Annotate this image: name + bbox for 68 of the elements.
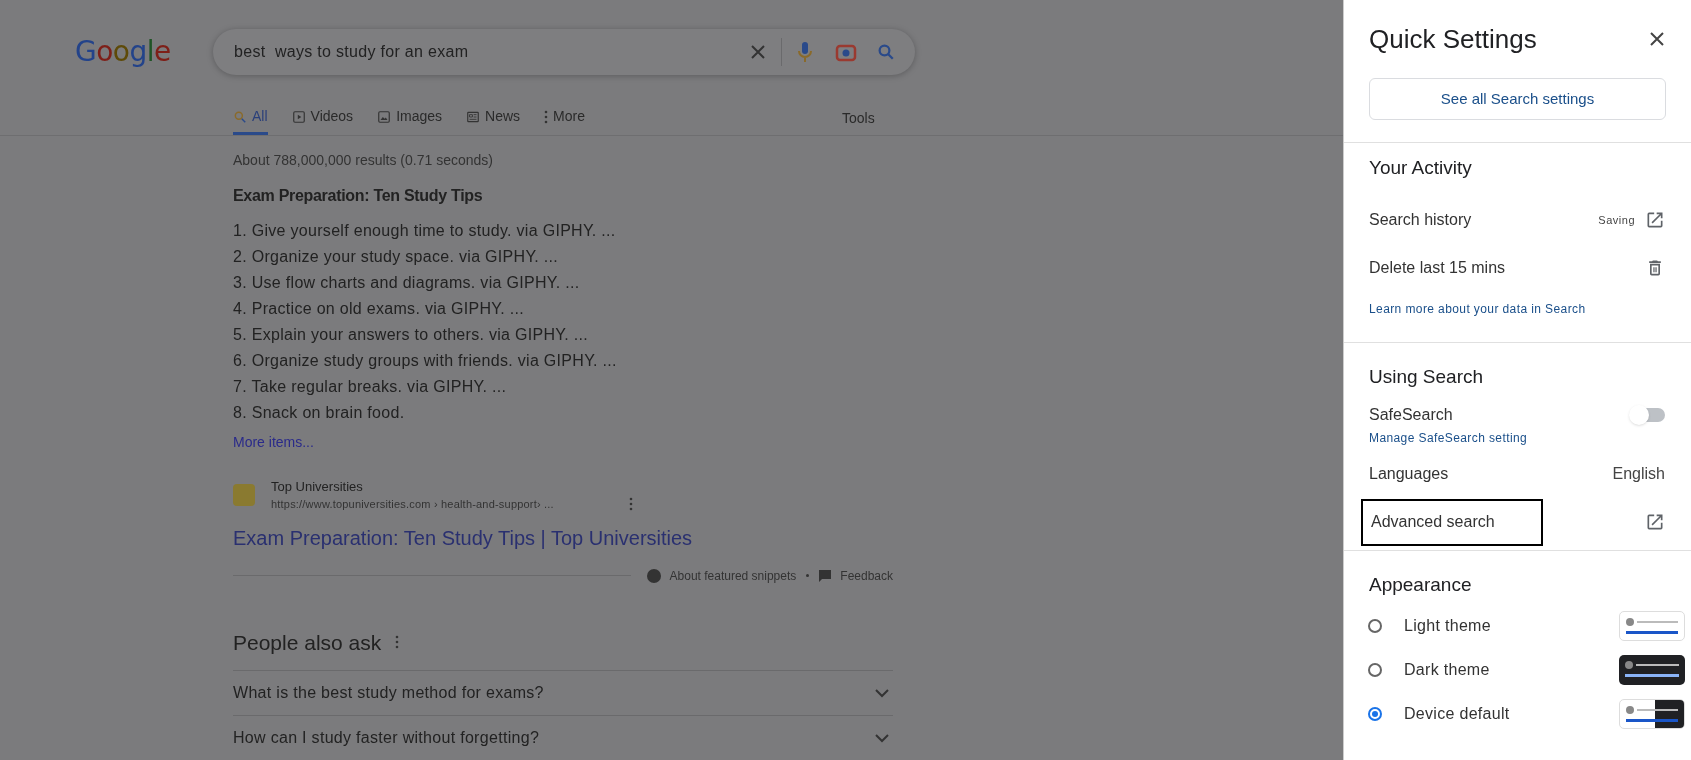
theme-label[interactable]: Light theme: [1404, 613, 1619, 638]
chevron-down-icon[interactable]: [875, 733, 889, 743]
chevron-down-icon[interactable]: [875, 688, 889, 698]
more-icon[interactable]: [395, 635, 400, 650]
setting-label[interactable]: Languages: [1369, 462, 1449, 486]
search-icon: [233, 109, 247, 124]
search-query: best ways to study for an exam: [234, 41, 470, 62]
search-tab[interactable]: More: [544, 101, 585, 135]
snippet-title: Exam Preparation: Ten Study Tips: [233, 185, 484, 206]
source-name: Top Universities: [271, 477, 364, 496]
question-text[interactable]: What is the best study method for exams?: [233, 681, 544, 705]
section-heading: Appearance: [1368, 573, 1473, 597]
snippet-list-item: 7. Take regular breaks. via GIPHY. ...: [233, 376, 508, 397]
people-also-ask-heading: People also ask: [233, 629, 382, 656]
theme-preview: [1619, 610, 1685, 641]
google-logo[interactable]: Google: [0, 30, 213, 73]
result-stats: About 788,000,000 results (0.71 seconds): [233, 150, 494, 170]
saving-status: Saving: [1598, 212, 1635, 228]
snippet-list-item: 5. Explain your answers to others. via GIPHY. ...: [233, 324, 589, 345]
feedback-link[interactable]: Feedback: [840, 566, 893, 585]
advanced-search-link[interactable]: Advanced search: [1361, 498, 1543, 546]
setting-label[interactable]: Delete last 15 mins: [1369, 256, 1645, 280]
panel-title: Quick Settings: [1369, 22, 1537, 56]
search-icon[interactable]: [877, 42, 895, 61]
feedback-icon[interactable]: [819, 569, 832, 582]
source-url: https://www.topuniversities.com › health-and-support› ...: [271, 497, 555, 512]
external-link-icon[interactable]: [1645, 210, 1665, 230]
snippet-list-item: 1. Give yourself enough time to study. via GIPHY. ...: [233, 220, 617, 241]
see-all-settings-button[interactable]: See all Search settings: [1369, 78, 1666, 120]
radio-button[interactable]: [1368, 706, 1382, 721]
search-tab[interactable]: News: [466, 101, 521, 135]
snippet-list-item: 6. Organize study groups with friends. via GIPHY. ...: [233, 350, 618, 371]
setting-label[interactable]: Search history: [1369, 208, 1599, 232]
section-heading: Using Search: [1369, 365, 1485, 389]
theme-preview: [1619, 654, 1685, 685]
toggle-switch[interactable]: [1629, 405, 1665, 425]
search-tab[interactable]: Videos: [291, 101, 354, 135]
question-text[interactable]: How can I study faster without forgetting?: [233, 726, 540, 750]
newspaper-icon: [466, 109, 481, 124]
microphone-icon[interactable]: [797, 40, 813, 63]
learn-more-link[interactable]: Learn more about your data in Search: [1369, 300, 1665, 318]
theme-label[interactable]: Dark theme: [1404, 657, 1619, 682]
search-field[interactable]: best ways to study for an exam: [213, 28, 915, 75]
search-tab[interactable]: All: [233, 101, 268, 135]
snippet-list-item: 4. Practice on old exams. via GIPHY. ...: [233, 298, 525, 319]
theme-preview: [1619, 698, 1685, 729]
external-link-icon[interactable]: [1645, 512, 1665, 532]
manage-safesearch-link[interactable]: Manage SafeSearch setting: [1369, 429, 1665, 447]
radio-button[interactable]: [1368, 618, 1382, 633]
play-icon: [291, 109, 306, 124]
snippet-list-item: 3. Use flow charts and diagrams. via GIPHY. ...: [233, 272, 581, 293]
tools-button[interactable]: Tools: [841, 107, 875, 129]
language-value: English: [1612, 464, 1665, 484]
site-favicon: [233, 483, 255, 506]
more-items-link[interactable]: More items...: [233, 431, 314, 453]
result-title-link[interactable]: Exam Preparation: Ten Study Tips | Top Universities: [233, 522, 693, 553]
radio-button[interactable]: [1368, 662, 1382, 677]
close-icon[interactable]: [1649, 31, 1665, 47]
section-heading: Your Activity: [1369, 156, 1473, 180]
more-icon: [544, 109, 549, 124]
theme-label[interactable]: Device default: [1404, 701, 1619, 726]
search-tab[interactable]: Images: [377, 101, 443, 135]
more-icon[interactable]: [629, 496, 633, 511]
about-snippets-link[interactable]: About featured snippets: [669, 566, 797, 585]
snippet-list-item: 8. Snack on brain food.: [233, 402, 406, 423]
image-icon: [377, 109, 392, 124]
snippet-list-item: 2. Organize your study space. via GIPHY. ...: [233, 246, 560, 267]
setting-label: SafeSearch: [1369, 405, 1453, 425]
